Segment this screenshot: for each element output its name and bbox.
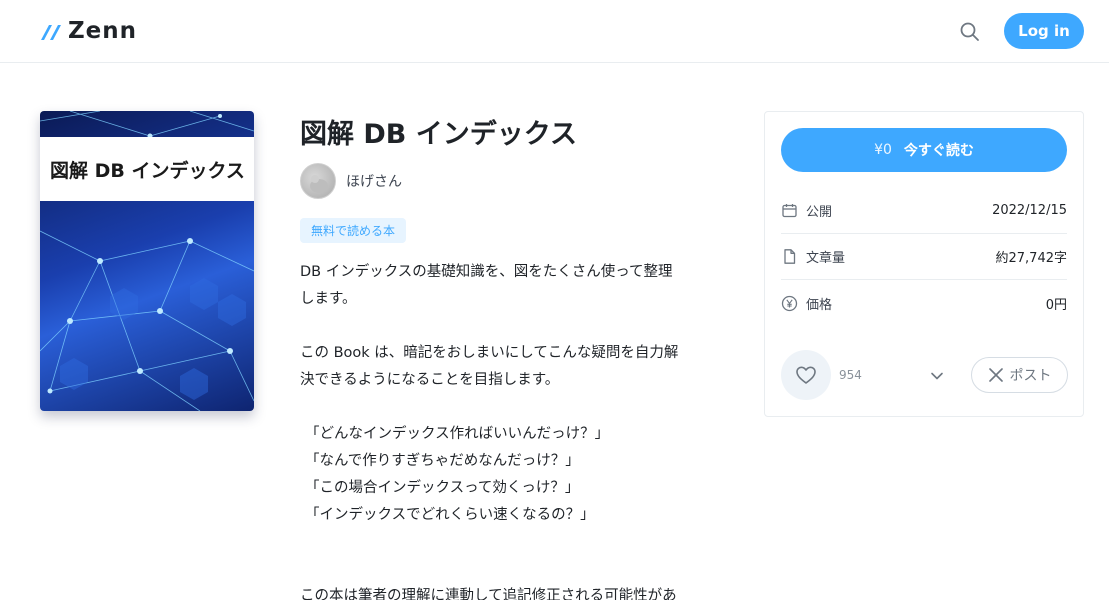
description-paragraph: 「どんなインデックス作ればいいんだっけ？」 「なんで作りすぎちゃだめなんだっけ？…: [305, 426, 610, 523]
read-price: ¥0: [874, 142, 892, 158]
meta-row-length: 文章量 約27,742字: [781, 234, 1067, 280]
cover-title-band: 図解 DB インデックス: [40, 137, 254, 201]
read-now-button[interactable]: ¥0 今すぐ読む: [781, 128, 1067, 172]
meta-value: 2022/12/15: [992, 203, 1067, 218]
share-x-button[interactable]: ポスト: [971, 357, 1068, 393]
meta-label: 公開: [806, 205, 833, 220]
cover-title: 図解 DB インデックス: [50, 159, 245, 182]
read-label: 今すぐ読む: [903, 143, 974, 159]
search-icon: [960, 22, 979, 41]
author-link[interactable]: ほげさん: [300, 163, 402, 199]
meta-value: 約27,742字: [995, 251, 1068, 266]
zenn-logo[interactable]: Zenn: [40, 19, 137, 43]
site-header: Zenn Log in: [0, 0, 1109, 63]
chevron-down-icon: [931, 372, 943, 380]
x-logo-icon: [988, 368, 1003, 382]
document-icon: [784, 249, 796, 264]
like-count: 954: [839, 368, 862, 382]
login-button[interactable]: Log in: [1004, 13, 1084, 49]
meta-label: 価格: [806, 297, 833, 313]
heart-icon: [796, 366, 816, 384]
like-button[interactable]: [781, 350, 831, 400]
avatar-icon: [310, 175, 328, 193]
avatar: [300, 163, 336, 199]
more-options-button[interactable]: [927, 366, 947, 386]
free-badge: 無料で読める本: [300, 218, 407, 243]
meta-row-price: 価格 0円: [781, 280, 1067, 326]
meta-row-published: 公開 2022/12/15: [781, 188, 1067, 234]
meta-label: 文章量: [806, 251, 846, 266]
book-title: 図解 DB インデックス: [300, 119, 577, 150]
author-name: ほげさん: [346, 174, 402, 190]
logo-text: Zenn: [68, 18, 138, 44]
book-description: DB インデックスの基礎知識を、図をたくさん使って整理 します。 この Book…: [300, 259, 700, 600]
search-button[interactable]: [957, 19, 983, 45]
purchase-panel: ¥0 今すぐ読む 公開 2022/12/15 文章量 約27,742字 価格 0…: [764, 111, 1084, 417]
description-paragraph: この本は筆者の理解に連動して追記修正される可能性があ: [300, 588, 677, 600]
book-cover[interactable]: 図解 DB インデックス: [40, 111, 254, 411]
zenn-logo-mark-icon: [41, 25, 61, 40]
description-paragraph: この Book は、暗記をおしまいにしてこんな疑問を自力解 決できるようになるこ…: [300, 345, 679, 388]
calendar-icon: [782, 204, 797, 218]
meta-value: 0円: [1045, 297, 1067, 313]
yen-icon: [781, 295, 798, 311]
description-paragraph: DB インデックスの基礎知識を、図をたくさん使って整理 します。: [300, 264, 673, 307]
post-label: ポスト: [1009, 368, 1052, 384]
